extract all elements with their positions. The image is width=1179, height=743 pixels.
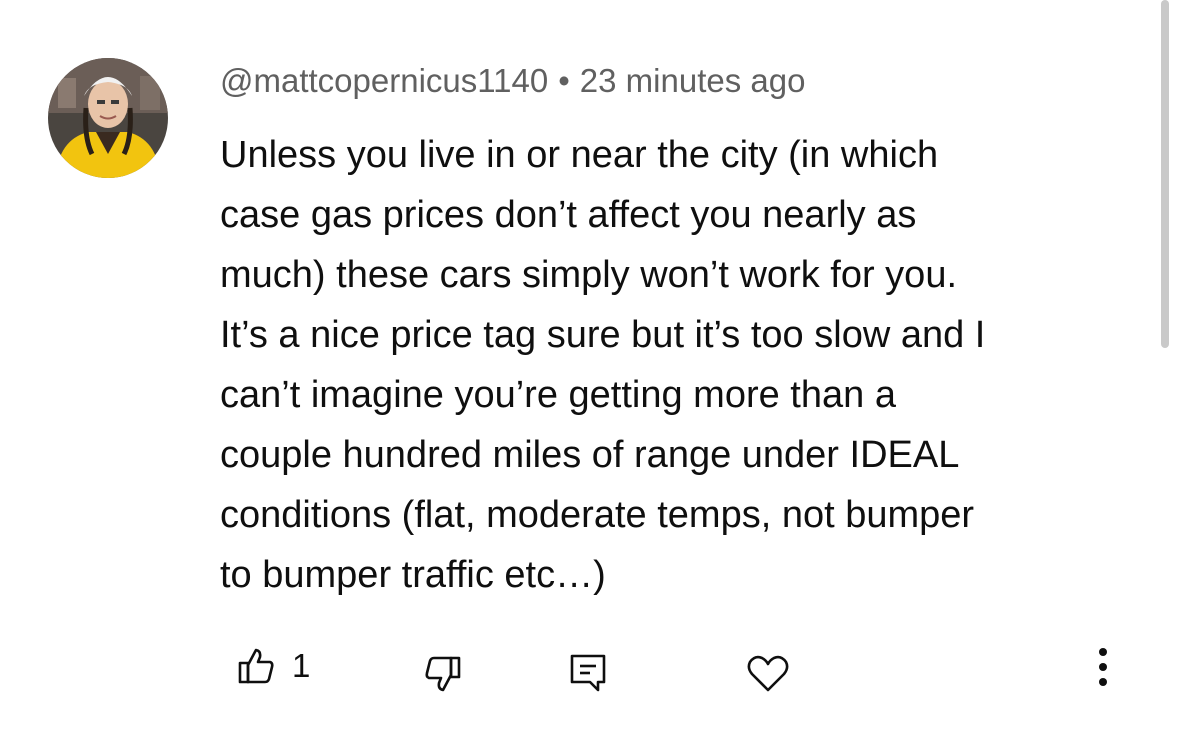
scrollbar[interactable] bbox=[1161, 0, 1169, 348]
more-vertical-icon bbox=[1088, 644, 1118, 690]
comment-actions: 1 bbox=[0, 640, 1179, 710]
reply-button[interactable] bbox=[568, 652, 608, 694]
more-options-button[interactable] bbox=[1088, 644, 1118, 690]
avatar[interactable] bbox=[48, 58, 168, 178]
like-count: 1 bbox=[292, 647, 311, 684]
comment-timestamp: 23 minutes ago bbox=[579, 62, 806, 99]
heart-button[interactable] bbox=[746, 654, 790, 694]
heart-icon bbox=[746, 654, 790, 694]
dislike-button[interactable] bbox=[423, 654, 463, 694]
author-handle[interactable]: @mattcopernicus1140 bbox=[220, 62, 548, 99]
comment-body: Unless you live in or near the city (in … bbox=[220, 134, 986, 596]
thumbs-down-icon bbox=[423, 654, 463, 694]
like-button[interactable]: 1 bbox=[236, 646, 310, 686]
comment-header: @mattcopernicus1140 • 23 minutes ago bbox=[220, 60, 805, 102]
meta-separator: • bbox=[558, 62, 570, 99]
thumbs-up-icon bbox=[236, 646, 276, 686]
reply-comment-icon bbox=[568, 652, 608, 694]
